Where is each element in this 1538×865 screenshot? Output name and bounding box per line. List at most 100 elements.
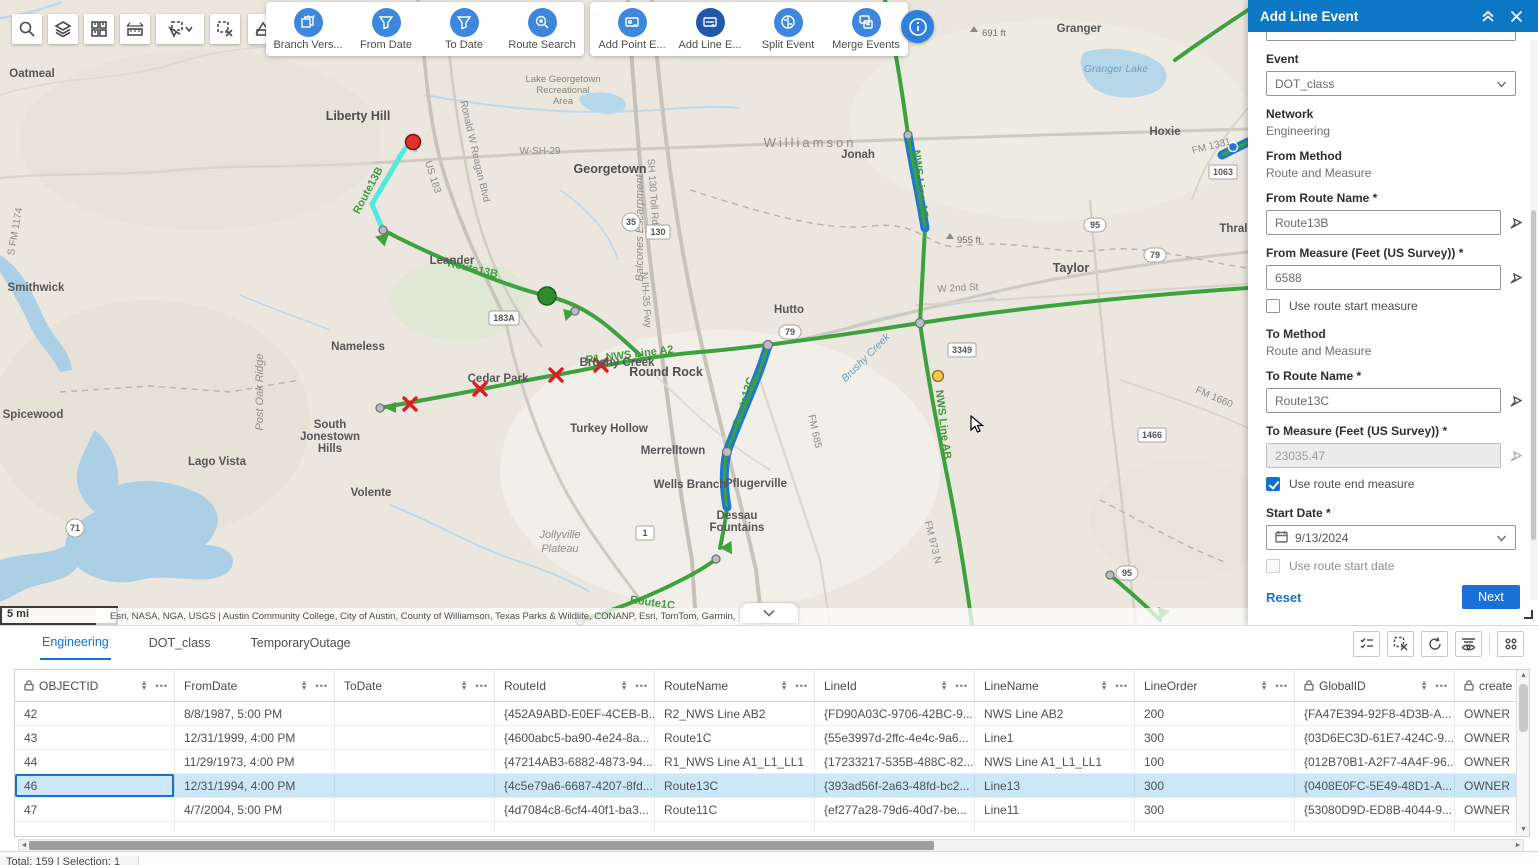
column-header-lineorder[interactable]: LineOrder▲▼••• [1135, 670, 1295, 701]
cell-globalid[interactable]: {0408E0FC-5E49-48D1-A... [1295, 774, 1455, 797]
column-header-fromdate[interactable]: FromDate▲▼••• [175, 670, 335, 701]
table-row[interactable]: 474/7/2004, 5:00 PM{4d7084c8-6cf4-40f1-b… [15, 798, 1529, 822]
column-menu-icon[interactable]: ••• [476, 681, 488, 691]
reset-link[interactable]: Reset [1266, 590, 1462, 605]
layers-button[interactable] [48, 14, 78, 44]
to-date-button[interactable]: To Date [432, 8, 496, 51]
cell-lineid[interactable]: {FD90A03C-9706-42BC-9... [815, 702, 975, 725]
basemap-gallery-button[interactable] [84, 14, 114, 44]
sort-icon[interactable]: ▲▼ [1421, 681, 1428, 691]
cell-routename[interactable]: R1_NWS Line A1_L1_LL1 [655, 750, 815, 773]
sort-icon[interactable]: ▲▼ [301, 681, 308, 691]
cell-objectid[interactable]: 42 [15, 702, 175, 725]
column-header-routename[interactable]: RouteName▲▼••• [655, 670, 815, 701]
sort-icon[interactable]: ▲▼ [1261, 681, 1268, 691]
cell-objectid[interactable]: 46 [15, 774, 175, 797]
cell-lineorder[interactable]: 100 [1135, 750, 1295, 773]
cell-fromdate[interactable]: 8/8/1987, 5:00 PM [175, 702, 335, 725]
column-menu-icon[interactable]: ••• [956, 681, 968, 691]
column-menu-icon[interactable]: ••• [1116, 681, 1128, 691]
column-menu-icon[interactable]: ••• [636, 681, 648, 691]
tab-dot-class[interactable]: DOT_class [147, 628, 213, 659]
event-select[interactable]: DOT_class [1266, 71, 1516, 96]
sort-icon[interactable]: ▲▼ [141, 681, 148, 691]
refresh-table-button[interactable] [1421, 631, 1448, 657]
split-event-button[interactable]: Split Event [756, 8, 820, 51]
use-route-end-measure-checkbox[interactable] [1266, 477, 1280, 491]
cell-lineorder[interactable]: 300 [1135, 726, 1295, 749]
cell-lineid[interactable]: {17233217-535B-488C-82... [815, 750, 975, 773]
cell-fromdate[interactable]: 12/31/1994, 4:00 PM [175, 774, 335, 797]
tab-engineering[interactable]: Engineering [40, 627, 111, 660]
cell-routename[interactable]: Route11C [655, 798, 815, 821]
map-picker-icon[interactable] [1508, 270, 1524, 286]
cell-linename[interactable]: Line1 [975, 726, 1135, 749]
cell-lineorder[interactable]: 300 [1135, 774, 1295, 797]
scroll-down-arrow[interactable]: ▼ [1517, 824, 1530, 836]
cell-todate[interactable] [335, 774, 495, 797]
scrollbar-thumb[interactable] [1531, 210, 1536, 540]
merge-events-button[interactable]: Merge Events [834, 8, 898, 51]
column-header-todate[interactable]: ToDate▲▼••• [335, 670, 495, 701]
cell-linename[interactable]: NWS Line AB2 [975, 702, 1135, 725]
clear-table-selection-button[interactable] [1387, 631, 1414, 657]
scrollbar-thumb[interactable] [29, 841, 934, 850]
cell-routeid[interactable]: {4d7084c8-6cf4-40f1-ba3... [495, 798, 655, 821]
table-options-button[interactable] [1497, 631, 1524, 657]
cell-todate[interactable] [335, 750, 495, 773]
column-header-linename[interactable]: LineName▲▼••• [975, 670, 1135, 701]
sort-icon[interactable]: ▲▼ [781, 681, 788, 691]
panel-resize-handle[interactable] [1524, 610, 1533, 619]
clipped-field[interactable] [1266, 32, 1516, 41]
from-measure-input[interactable]: 6588 [1266, 265, 1501, 290]
attribution-collapse-button[interactable] [740, 603, 798, 623]
table-row-clipped[interactable] [15, 822, 1529, 832]
show-hide-columns-button[interactable] [1455, 631, 1482, 657]
to-route-name-input[interactable]: Route13C [1266, 388, 1501, 413]
use-route-start-measure-checkbox[interactable] [1266, 299, 1280, 313]
sort-icon[interactable]: ▲▼ [621, 681, 628, 691]
cell-globalid[interactable]: {03D6EC3D-61E7-424C-9... [1295, 726, 1455, 749]
column-header-objectid[interactable]: OBJECTID▲▼••• [15, 670, 175, 701]
from-route-name-input[interactable]: Route13B [1266, 210, 1501, 235]
cell-fromdate[interactable]: 12/31/1999, 4:00 PM [175, 726, 335, 749]
cell-routeid[interactable]: {47214AB3-6882-4873-94... [495, 750, 655, 773]
cell-lineorder[interactable]: 300 [1135, 798, 1295, 821]
search-tool-button[interactable] [12, 14, 42, 44]
column-header-globalid[interactable]: GlobalID▲▼••• [1295, 670, 1455, 701]
cell-lineorder[interactable]: 200 [1135, 702, 1295, 725]
cell-objectid[interactable]: 44 [15, 750, 175, 773]
scroll-left-arrow[interactable]: ◄ [19, 840, 29, 851]
map-view[interactable]: Route13B Route13B R1_NWS Line A2 Route13… [0, 0, 1248, 625]
add-line-event-button[interactable]: Add Line E... [678, 8, 742, 51]
cell-todate[interactable] [335, 726, 495, 749]
column-menu-icon[interactable]: ••• [156, 681, 168, 691]
cell-globalid[interactable]: {FA47E394-92F8-4D3B-A... [1295, 702, 1455, 725]
clear-selection-button[interactable] [210, 14, 240, 44]
cell-lineid[interactable]: {55e3997d-2ffc-4e4c-9a6... [815, 726, 975, 749]
tab-temporary-outage[interactable]: TemporaryOutage [249, 628, 353, 659]
column-menu-icon[interactable]: ••• [316, 681, 328, 691]
collapse-panel-button[interactable] [1478, 6, 1498, 26]
cell-globalid[interactable]: {53080D9D-ED8B-4044-9... [1295, 798, 1455, 821]
scroll-right-arrow[interactable]: ► [1513, 840, 1523, 851]
map-picker-icon[interactable] [1508, 393, 1524, 409]
cell-routename[interactable]: R2_NWS Line AB2 [655, 702, 815, 725]
info-button[interactable] [901, 10, 934, 43]
cell-lineid[interactable]: {393ad56f-2a63-48fd-bc2... [815, 774, 975, 797]
cell-lineid[interactable]: {ef277a28-79d6-40d7-be... [815, 798, 975, 821]
cell-routeid[interactable]: {4c5e79a6-6687-4207-8fd... [495, 774, 655, 797]
cell-fromdate[interactable]: 11/29/1973, 4:00 PM [175, 750, 335, 773]
panel-scrollbar[interactable] [1530, 40, 1537, 600]
cell-linename[interactable]: Line11 [975, 798, 1135, 821]
from-date-button[interactable]: From Date [354, 8, 418, 51]
table-row[interactable]: 4312/31/1999, 4:00 PM{4600abc5-ba90-4e24… [15, 726, 1529, 750]
start-date-input[interactable]: 9/13/2024 [1266, 525, 1516, 550]
measure-tool-button[interactable] [120, 14, 150, 44]
cell-objectid[interactable]: 43 [15, 726, 175, 749]
column-menu-icon[interactable]: ••• [796, 681, 808, 691]
branch-versions-button[interactable]: Branch Vers... [276, 8, 340, 51]
scroll-up-arrow[interactable]: ▲ [1517, 670, 1530, 682]
cell-routename[interactable]: Route13C [655, 774, 815, 797]
column-header-routeid[interactable]: RouteId▲▼••• [495, 670, 655, 701]
